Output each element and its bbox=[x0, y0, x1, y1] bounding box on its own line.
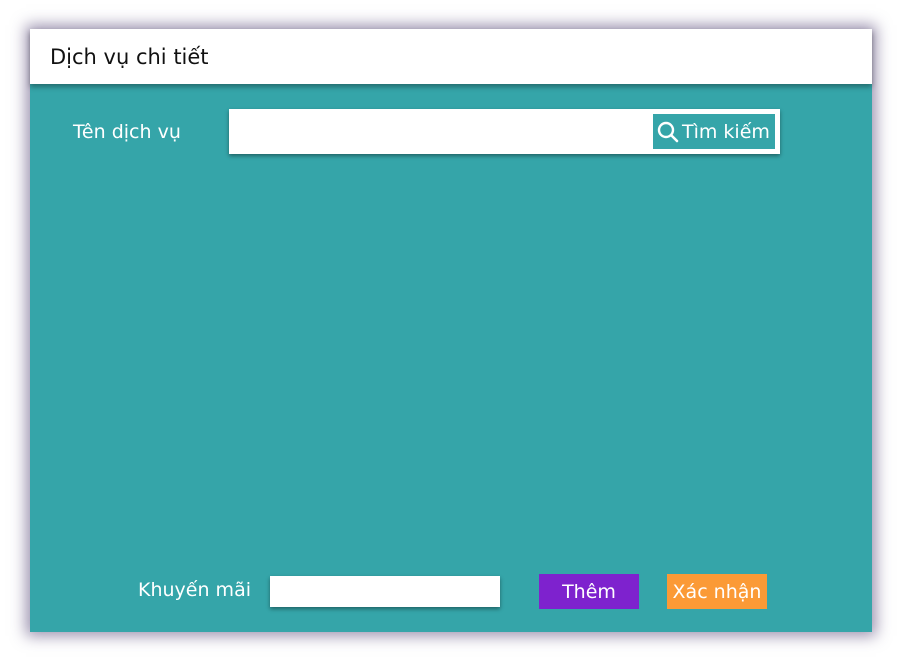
service-name-input[interactable] bbox=[229, 109, 649, 154]
confirm-button[interactable]: Xác nhận bbox=[667, 574, 767, 609]
title-bar: Dịch vụ chi tiết bbox=[30, 29, 872, 84]
promotion-label: Khuyến mãi bbox=[138, 579, 251, 601]
service-search-box: Tìm kiếm bbox=[229, 109, 780, 154]
search-icon bbox=[657, 121, 679, 143]
add-button[interactable]: Thêm bbox=[539, 574, 639, 609]
search-button[interactable]: Tìm kiếm bbox=[653, 114, 775, 149]
promotion-input[interactable] bbox=[270, 576, 500, 607]
add-button-label: Thêm bbox=[562, 580, 616, 603]
confirm-button-label: Xác nhận bbox=[672, 580, 762, 603]
window-title: Dịch vụ chi tiết bbox=[50, 45, 209, 69]
search-button-label: Tìm kiếm bbox=[682, 120, 770, 143]
service-detail-window: Dịch vụ chi tiết Tên dịch vụ Tìm kiếm Kh… bbox=[30, 29, 872, 632]
service-name-label: Tên dịch vụ bbox=[73, 121, 181, 143]
